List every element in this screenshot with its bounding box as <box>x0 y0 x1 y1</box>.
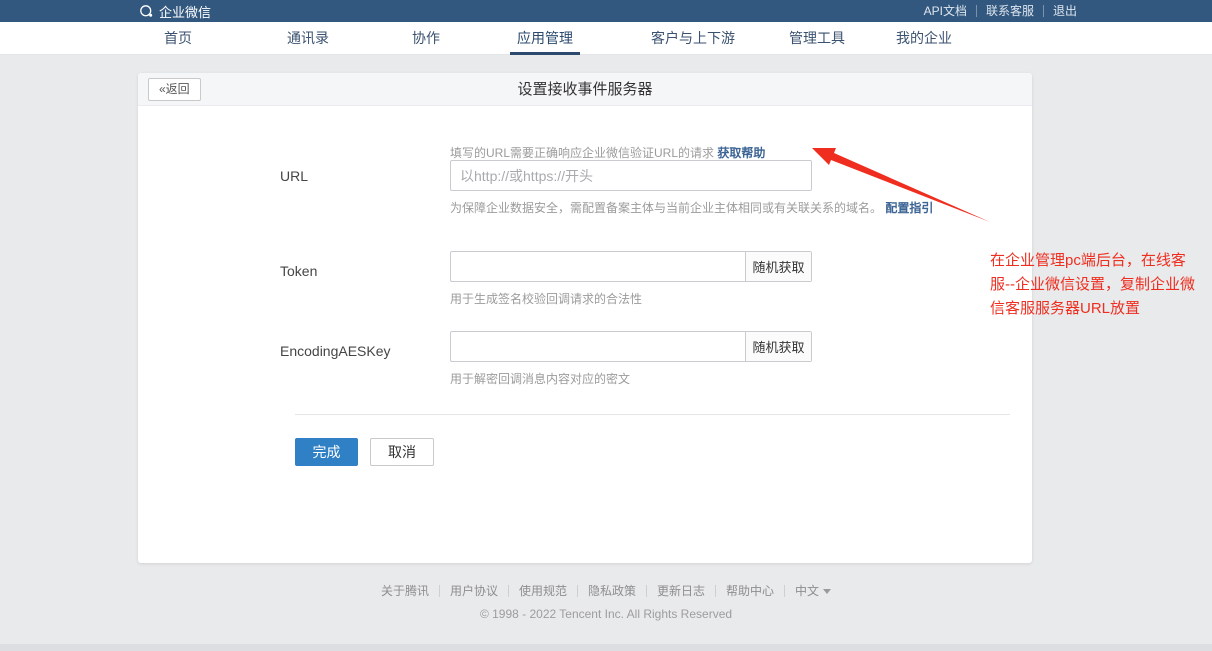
page: 企业微信 API文档 联系客服 退出 首页 通讯录 协作 应用管理 客户与上下游… <box>0 0 1212 651</box>
logout-link[interactable]: 退出 <box>1043 5 1086 17</box>
aeskey-input[interactable] <box>451 332 745 361</box>
submit-button[interactable]: 完成 <box>295 438 358 466</box>
footer-link-about[interactable]: 关于腾讯 <box>371 585 439 597</box>
footer: 关于腾讯 用户协议 使用规范 隐私政策 更新日志 帮助中心 中文 © 1998 … <box>0 582 1212 621</box>
contact-support-link[interactable]: 联系客服 <box>976 5 1043 17</box>
url-hint-above: 填写的URL需要正确响应企业微信验证URL的请求 获取帮助 <box>450 144 765 161</box>
page-title: 设置接收事件服务器 <box>138 73 1032 106</box>
url-note: 为保障企业数据安全，需配置备案主体与当前企业主体相同或有关联关系的域名。 配置指… <box>450 199 933 216</box>
bottom-band <box>0 644 1212 651</box>
footer-link-help[interactable]: 帮助中心 <box>715 585 784 597</box>
footer-link-agreement[interactable]: 用户协议 <box>439 585 508 597</box>
card-header: «返回 设置接收事件服务器 <box>138 73 1032 106</box>
footer-link-changelog[interactable]: 更新日志 <box>646 585 715 597</box>
token-input-group: 随机获取 <box>450 251 812 282</box>
nav-item-my-company[interactable]: 我的企业 <box>896 22 952 55</box>
back-button[interactable]: «返回 <box>148 78 201 101</box>
nav-item-admin-tools[interactable]: 管理工具 <box>789 22 845 55</box>
nav-item-customers[interactable]: 客户与上下游 <box>651 22 735 55</box>
settings-card: «返回 设置接收事件服务器 填写的URL需要正确响应企业微信验证URL的请求 获… <box>138 73 1032 563</box>
url-label: URL <box>280 168 308 184</box>
config-guide-link[interactable]: 配置指引 <box>885 201 933 215</box>
api-doc-link[interactable]: API文档 <box>915 5 976 17</box>
wework-chat-bubble-icon <box>139 4 154 19</box>
aeskey-random-button[interactable]: 随机获取 <box>745 332 811 361</box>
aeskey-hint: 用于解密回调消息内容对应的密文 <box>450 370 630 387</box>
chevron-down-icon <box>823 589 831 594</box>
callback-server-form: 填写的URL需要正确响应企业微信验证URL的请求 获取帮助 URL 为保障企业数… <box>138 106 1032 562</box>
annotation-note: 在企业管理pc端后台，在线客服--企业微信设置，复制企业微信客服服务器URL放置 <box>990 249 1199 321</box>
token-label: Token <box>280 263 317 279</box>
token-random-button[interactable]: 随机获取 <box>745 252 811 281</box>
aeskey-input-group: 随机获取 <box>450 331 812 362</box>
footer-links: 关于腾讯 用户协议 使用规范 隐私政策 更新日志 帮助中心 中文 <box>371 585 841 597</box>
wework-logo-text: 企业微信 <box>159 2 211 21</box>
token-input[interactable] <box>451 252 745 281</box>
copyright: © 1998 - 2022 Tencent Inc. All Rights Re… <box>0 607 1212 621</box>
nav-item-app-management[interactable]: 应用管理 <box>517 22 573 55</box>
nav-item-home[interactable]: 首页 <box>164 22 192 55</box>
form-divider <box>295 414 1010 415</box>
top-bar: 企业微信 API文档 联系客服 退出 <box>0 0 1212 22</box>
nav-item-contacts[interactable]: 通讯录 <box>287 22 329 55</box>
footer-link-rules[interactable]: 使用规范 <box>508 585 577 597</box>
aeskey-label: EncodingAESKey <box>280 343 391 359</box>
language-selector[interactable]: 中文 <box>784 585 841 597</box>
top-links: API文档 联系客服 退出 <box>915 0 1086 22</box>
footer-link-privacy[interactable]: 隐私政策 <box>577 585 646 597</box>
cancel-button[interactable]: 取消 <box>370 438 434 466</box>
wework-logo[interactable]: 企业微信 <box>139 0 211 22</box>
url-input[interactable] <box>450 160 812 191</box>
main-nav: 首页 通讯录 协作 应用管理 客户与上下游 管理工具 我的企业 <box>0 22 1212 55</box>
token-hint: 用于生成签名校验回调请求的合法性 <box>450 290 642 307</box>
get-help-link[interactable]: 获取帮助 <box>717 146 765 160</box>
nav-item-collaboration[interactable]: 协作 <box>412 22 440 55</box>
